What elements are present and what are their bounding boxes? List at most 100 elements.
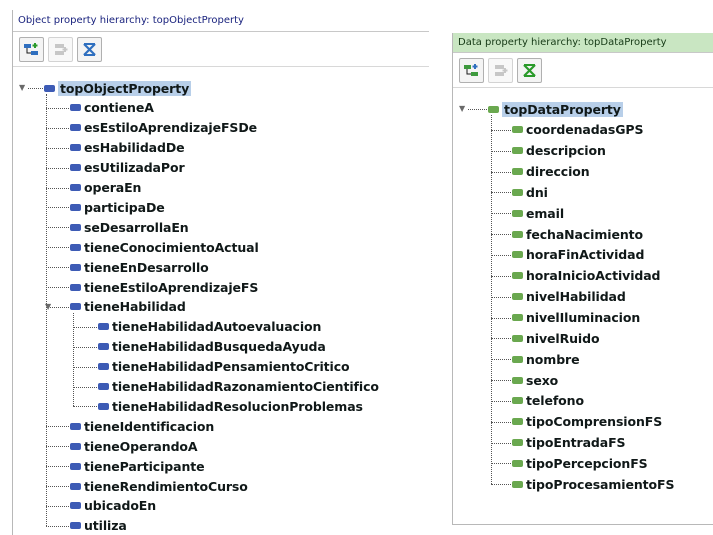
tree-node[interactable]: tieneParticipante [70,456,205,476]
tree-node[interactable]: descripcion [512,141,606,161]
delete-property-icon [83,42,96,56]
delete-property-button[interactable] [517,57,542,83]
tree-node[interactable]: nombre [512,349,580,369]
property-bullet-icon [512,376,523,384]
tree-node[interactable]: tieneEstiloAprendizajeFS [70,277,258,297]
tree-connector [491,213,513,215]
tree-node[interactable]: tieneConocimientoActual [70,237,259,257]
tree-node[interactable]: tieneEnDesarrollo [70,257,209,277]
tree-node[interactable]: tieneOperandoA [70,436,198,456]
property-label: descripcion [526,143,606,159]
property-bullet-icon [512,293,523,301]
tree-connector [73,406,99,408]
tree-node[interactable]: telefono [512,391,584,411]
property-bullet-icon [70,482,81,490]
data-property-hierarchy-title: Data property hierarchy: topDataProperty [453,33,713,53]
add-sibling-property-button[interactable] [48,36,73,62]
property-bullet-icon [70,104,81,112]
property-label: tieneConocimientoActual [84,239,259,255]
property-label: tipoProcesamientoFS [526,476,675,492]
tree-node[interactable]: seDesarrollaEn [70,217,189,237]
tree-node[interactable]: tieneHabilidadBusquedaAyuda [98,337,326,357]
property-bullet-icon [70,203,81,211]
tree-node[interactable]: operaEn [70,178,141,198]
property-label: nivelIluminacion [526,310,641,325]
delete-property-button[interactable] [77,36,102,62]
tree-connector [46,167,71,169]
property-bullet-icon [512,418,523,426]
tree-connector [46,187,71,189]
tree-node[interactable]: tieneHabilidad [70,297,186,317]
tree-node[interactable]: tieneHabilidadAutoevaluacion [98,317,321,337]
tree-node[interactable]: direccion [512,162,590,182]
expand-toggle-icon[interactable]: ▼ [19,84,28,92]
tree-node[interactable]: nivelIluminacion [512,308,640,328]
property-label: tipoPercepcionFS [526,455,648,471]
add-sub-property-button[interactable] [459,57,484,83]
property-bullet-icon [70,462,81,470]
property-bullet-icon [70,422,81,430]
delete-property-icon [523,63,536,77]
tree-node[interactable]: horaInicioActividad [512,266,661,286]
tree-connector [46,287,71,288]
tree-node-root[interactable]: topObjectProperty [44,78,192,98]
data-property-hierarchy-panel: Data property hierarchy: topDataProperty [452,33,713,525]
tree-connector [491,129,513,131]
tree-node[interactable]: ubicadoEn [70,496,156,516]
tree-node[interactable]: participaDe [70,197,165,217]
tree-node[interactable]: tieneHabilidadRazonamientoCientifico [98,377,379,397]
property-bullet-icon [512,147,523,155]
property-label: tieneHabilidadBusquedaAyuda [112,339,326,355]
tree-connector [491,338,513,340]
tree-connector [46,207,71,209]
tree-node-root[interactable]: topDataProperty [488,99,623,119]
tree-connector [491,275,513,277]
tree-node[interactable]: esUtilizadaPor [70,158,185,178]
property-label: tieneHabilidadAutoevaluacion [112,319,322,335]
property-bullet-icon [98,343,109,351]
add-sibling-property-button[interactable] [488,57,513,83]
tree-connector [46,446,71,448]
tree-node[interactable]: tipoComprensionFS [512,412,662,432]
property-label: sexo [526,372,559,388]
expand-toggle-icon[interactable]: ▼ [459,105,468,113]
tree-node[interactable]: coordenadasGPS [512,120,643,140]
tree-connector [46,505,71,507]
tree-node[interactable]: contieneA [70,98,154,118]
tree-node[interactable]: esHabilidadDe [70,138,185,158]
tree-node[interactable]: sexo [512,370,558,390]
property-label: ubicadoEn [84,498,157,514]
property-bullet-icon [70,184,81,191]
tree-node[interactable]: email [512,203,564,223]
data-property-toolbar [453,53,713,88]
tree-node[interactable]: nivelHabilidad [512,287,626,307]
tree-connector [46,127,71,129]
property-bullet-icon [512,230,523,238]
tree-connector [491,296,513,298]
tree-connector [491,421,513,423]
object-property-toolbar [13,32,429,67]
tree-connector [491,359,513,361]
tree-node[interactable]: tipoProcesamientoFS [512,474,674,494]
tree-node[interactable]: dni [512,182,548,202]
property-label: tieneHabilidadPensamientoCritico [112,359,350,375]
tree-connector [491,442,513,444]
tree-node[interactable]: tieneIdentificacion [70,416,214,436]
tree-node[interactable]: esEstiloAprendizajeFSDe [70,118,257,138]
property-label: tieneParticipante [84,458,205,474]
tree-node[interactable]: fechaNacimiento [512,224,643,244]
tree-node[interactable]: nivelRuido [512,328,600,348]
add-sub-property-button[interactable] [19,36,44,62]
tree-node[interactable]: tipoEntradaFS [512,433,626,453]
tree-node[interactable]: tieneHabilidadResolucionProblemas [98,396,363,416]
property-bullet-icon [512,459,523,467]
tree-node[interactable]: utiliza [70,516,127,535]
tree-node[interactable]: tipoPercepcionFS [512,453,648,473]
tree-node[interactable]: tieneRendimientoCurso [70,476,248,496]
property-bullet-icon [70,124,81,132]
property-bullet-icon [70,144,81,152]
tree-node[interactable]: tieneHabilidadPensamientoCritico [98,357,350,377]
property-label: coordenadasGPS [526,122,644,138]
property-label: email [526,205,565,221]
tree-node[interactable]: horaFinActividad [512,245,644,265]
